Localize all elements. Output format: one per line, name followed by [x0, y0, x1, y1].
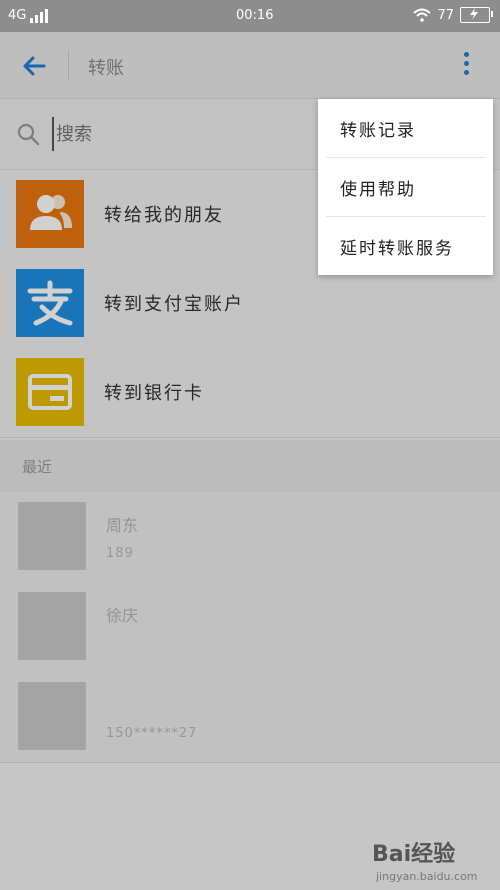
recent-contact-1[interactable]: 周东 189 — [0, 492, 500, 583]
contact-name: 周东 — [106, 516, 139, 535]
option-label: 转给我的朋友 — [104, 205, 224, 226]
avatar — [18, 502, 86, 570]
watermark-url: jingyan.baidu.com — [376, 870, 478, 883]
contact-name: 徐庆 — [106, 606, 139, 625]
recent-contact-3[interactable]: 150******27 — [0, 672, 500, 763]
recent-title: 最近 — [22, 458, 53, 476]
contacts-icon — [16, 180, 84, 248]
page-title: 转账 — [88, 58, 124, 79]
contact-phone: 189 — [106, 546, 134, 561]
back-arrow-icon[interactable] — [18, 50, 50, 82]
avatar — [18, 592, 86, 660]
search-input[interactable] — [52, 117, 306, 151]
alipay-icon — [16, 269, 84, 337]
menu-item-label: 延时转账服务 — [340, 239, 454, 259]
option-label: 转到支付宝账户 — [104, 294, 244, 315]
contact-phone: 150******27 — [106, 726, 198, 741]
option-label: 转到银行卡 — [104, 383, 204, 404]
app-header: 转账 — [0, 32, 500, 99]
wifi-icon — [413, 8, 432, 22]
menu-item-label: 转账记录 — [340, 121, 416, 141]
network-label: 4G — [8, 8, 27, 23]
menu-item-label: 使用帮助 — [340, 180, 416, 200]
battery-icon — [460, 7, 493, 23]
transfer-to-bank-card[interactable]: 转到银行卡 — [0, 348, 500, 438]
more-options-icon[interactable] — [456, 48, 476, 82]
status-time: 00:16 — [236, 8, 274, 23]
status-bar: 4G 00:16 77 — [0, 0, 500, 32]
baidu-jingyan-watermark: Bai经验 jingyan.baidu.com — [372, 836, 478, 883]
recent-contact-2[interactable]: 徐庆 — [0, 582, 500, 673]
signal-icon — [30, 8, 49, 23]
recent-section-header: 最近 — [0, 440, 500, 493]
status-right: 77 — [413, 7, 493, 23]
status-left: 4G — [8, 8, 49, 23]
menu-item-delayed-transfer[interactable]: 延时转账服务 — [318, 217, 493, 275]
menu-item-help[interactable]: 使用帮助 — [318, 158, 493, 216]
avatar — [18, 682, 86, 750]
search-icon — [17, 123, 40, 146]
bank-card-icon — [16, 358, 84, 426]
menu-item-transfer-history[interactable]: 转账记录 — [318, 99, 493, 157]
overflow-menu: 转账记录 使用帮助 延时转账服务 — [318, 99, 493, 275]
watermark-logo: Bai经验 — [372, 842, 456, 867]
battery-level: 77 — [437, 7, 454, 23]
header-divider — [68, 50, 69, 80]
